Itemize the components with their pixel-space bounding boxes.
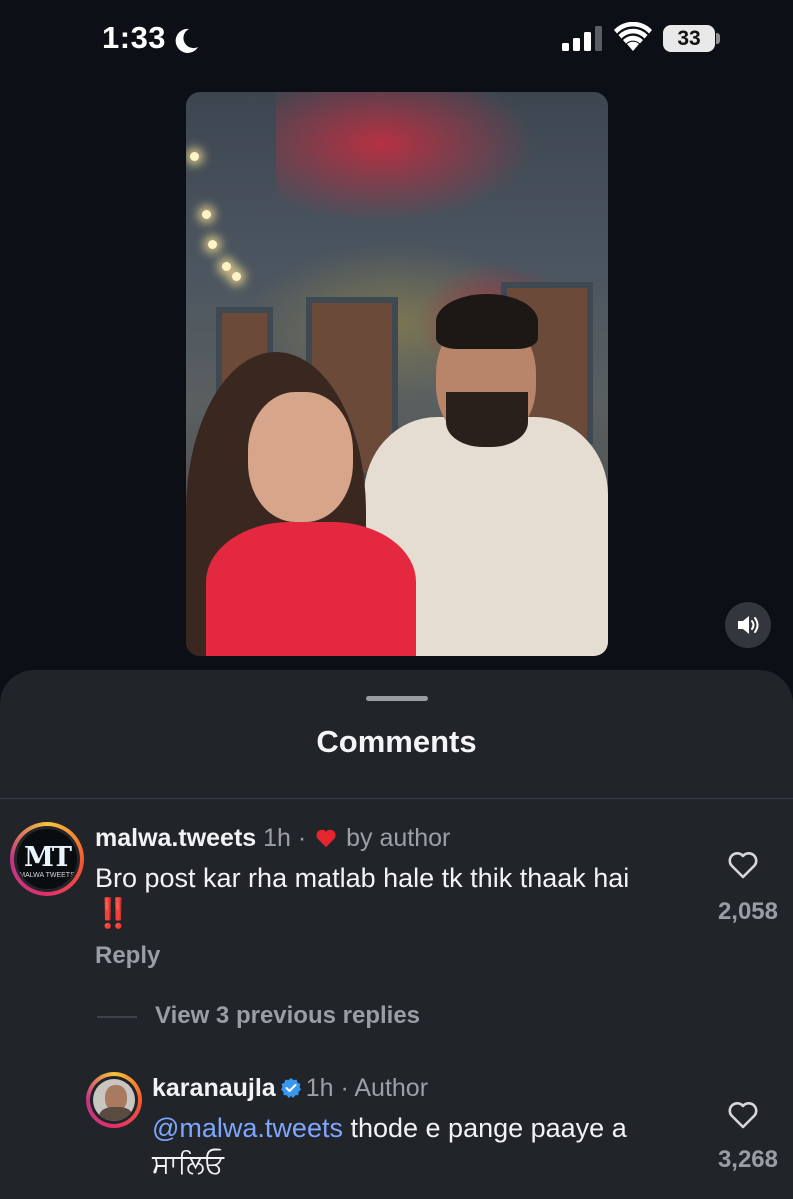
comments-sheet: Comments MT MALWA TWEETS malwa.tweets 1h… [0,670,793,1199]
comment-body-line2: ਸਾਲਿਓ [152,1149,224,1179]
comment-meta: karanaujla 1h · Author [152,1074,428,1103]
comment-text: @malwa.tweets thode e pange paaye a ਸਾਲਿ… [152,1110,692,1182]
moon-icon [175,28,198,53]
status-time: 1:33 [102,20,167,55]
sheet-title: Comments [316,724,477,759]
comment-time: 1h [263,824,291,852]
thread-line [97,1016,137,1018]
person-woman-outfit [206,522,416,656]
status-bar: 1:33 33 [0,0,793,80]
avatar-logo: MT [24,842,72,873]
string-light [222,262,231,271]
author-label: Author [354,1074,429,1102]
comment-text: Bro post kar rha matlab hale tk thik tha… [95,860,695,932]
heart-icon[interactable] [727,1100,759,1130]
avatar-body [99,1107,133,1121]
string-light [232,272,241,281]
verified-icon [280,1078,301,1098]
wifi-icon [614,22,652,51]
string-light [202,210,211,219]
heart-icon[interactable] [727,850,759,880]
avatar[interactable]: MT MALWA TWEETS [10,822,84,896]
post-media[interactable] [186,92,608,656]
volume-icon [738,616,759,634]
wall-paint [276,92,536,222]
like-count: 3,268 [717,1146,778,1173]
battery-icon: 33 [663,25,715,52]
avatar-caption: MALWA TWEETS [19,872,75,879]
view-replies-button[interactable]: View 3 previous replies [155,1002,420,1030]
string-light [208,240,217,249]
emoji: ‼️ [95,898,131,930]
mute-button[interactable] [725,602,771,648]
person-man-hair [436,294,538,349]
like-count: 2,058 [717,898,778,925]
comment-username[interactable]: malwa.tweets [95,824,256,852]
mention-link[interactable]: @malwa.tweets [152,1113,343,1143]
string-light [190,152,199,161]
drag-handle[interactable] [366,696,428,701]
reply-button[interactable]: Reply [95,942,160,970]
avatar[interactable] [86,1072,142,1128]
comment-time: 1h [305,1074,334,1102]
comment-meta: malwa.tweets 1h · by author [95,824,450,853]
comment-body: thode e pange paaye a [342,1113,627,1143]
heart-filled-icon [316,829,336,848]
person-man-beard [446,392,528,447]
meta-separator: · [297,824,307,852]
battery-nub [716,33,720,44]
signal-icon [562,26,602,51]
divider [0,798,793,799]
meta-separator: · [340,1074,349,1102]
liked-by-author: by author [346,824,451,852]
comment-username[interactable]: karanaujla [152,1074,276,1102]
battery-level: 33 [677,27,701,50]
comment-body: Bro post kar rha matlab hale tk thik tha… [95,863,630,893]
person-woman-face [248,392,353,522]
